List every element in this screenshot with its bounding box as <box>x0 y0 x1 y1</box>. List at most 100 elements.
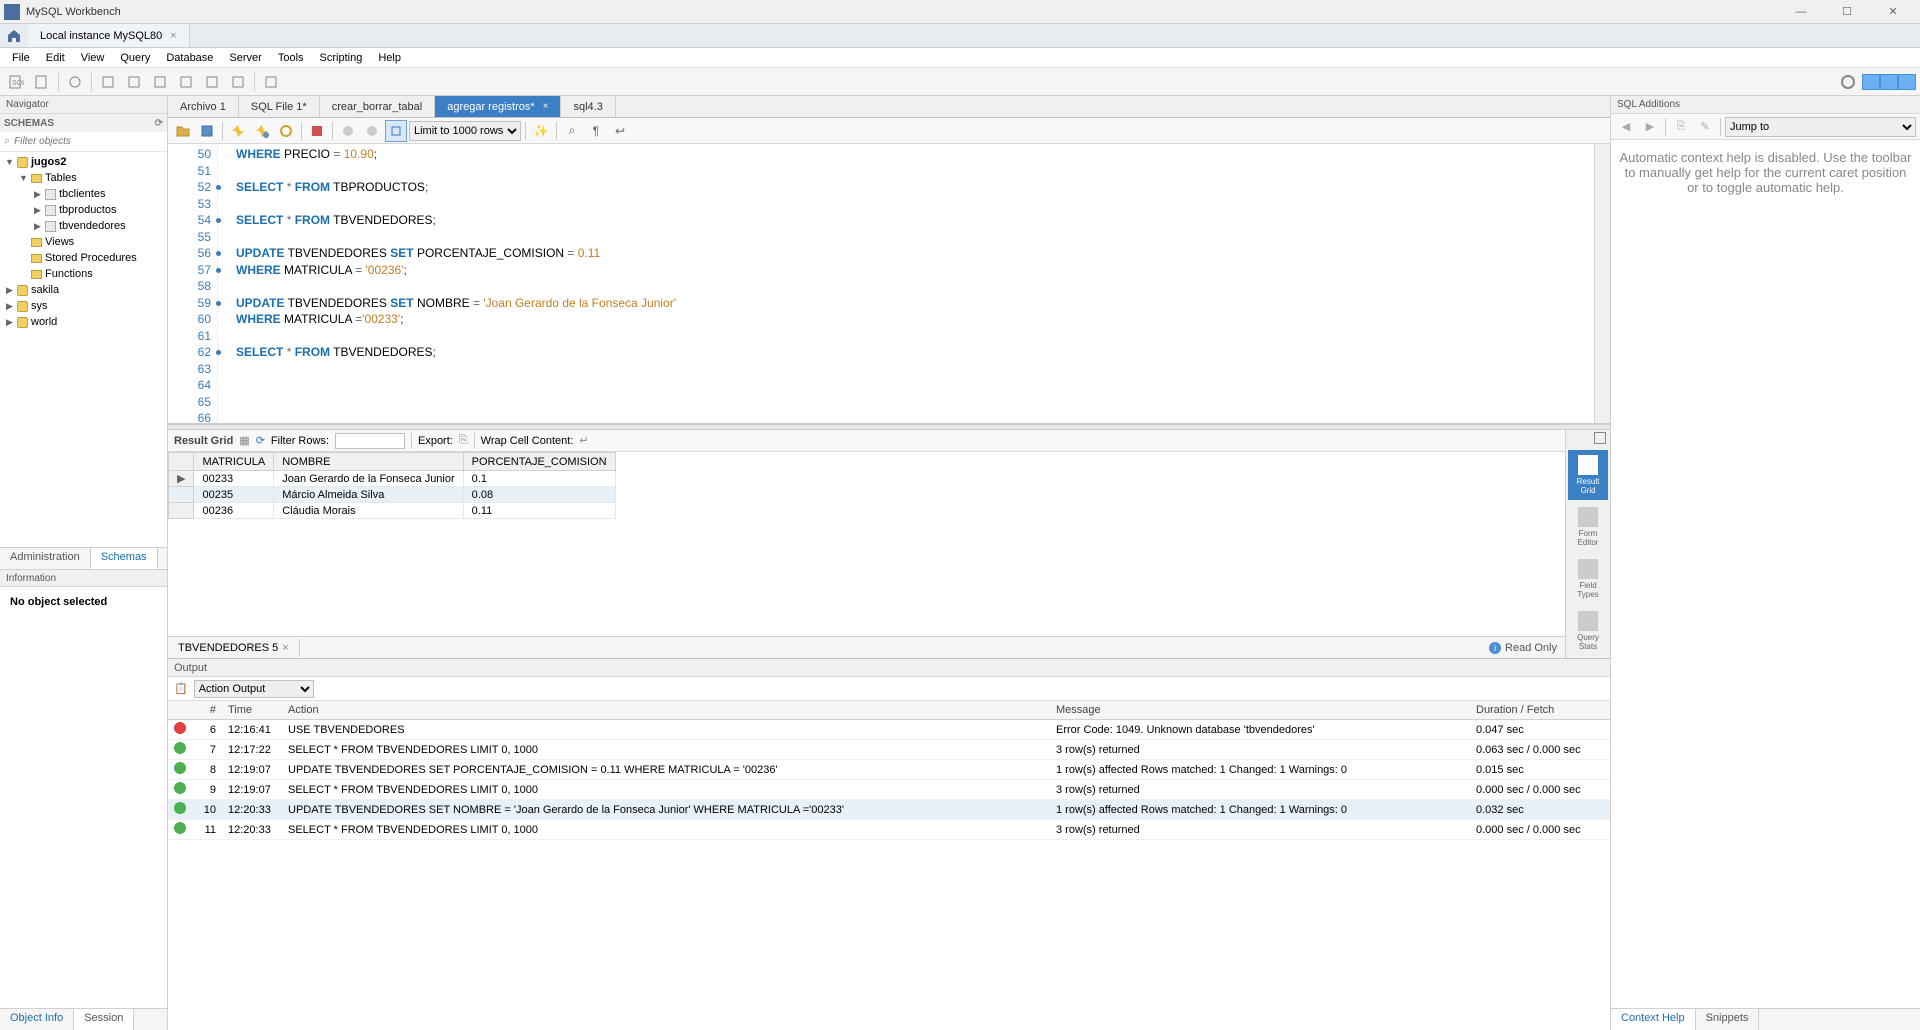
output-type-select[interactable]: Action Output <box>194 680 314 698</box>
editor-tab[interactable]: Archivo 1 <box>168 96 239 117</box>
editor-tab[interactable]: SQL File 1* <box>239 96 320 117</box>
result-tab[interactable]: TBVENDEDORES 5 × <box>168 639 300 657</box>
new-sql-tab-icon[interactable]: SQL <box>4 70 28 94</box>
output-row[interactable]: 8 12:19:07 UPDATE TBVENDEDORES SET PORCE… <box>168 760 1610 780</box>
limit-select[interactable]: Limit to 1000 rows <box>409 121 521 141</box>
toolbar-icon[interactable] <box>63 70 87 94</box>
col-message[interactable]: Message <box>1050 701 1470 720</box>
autocommit-toggle[interactable] <box>385 120 407 142</box>
commit-icon[interactable] <box>337 120 359 142</box>
tree-table[interactable]: ▶tbvendedores <box>0 218 167 234</box>
tab-administration[interactable]: Administration <box>0 548 91 569</box>
column-header[interactable]: MATRICULA <box>194 453 274 471</box>
result-vtab[interactable]: ResultGrid <box>1568 450 1608 500</box>
result-vtab[interactable]: FormEditor <box>1568 502 1608 552</box>
menu-view[interactable]: View <box>73 50 113 66</box>
auto-help-icon[interactable]: ✎ <box>1694 116 1716 138</box>
col-time[interactable]: Time <box>222 701 282 720</box>
close-icon[interactable]: × <box>170 30 176 42</box>
explain-icon[interactable] <box>275 120 297 142</box>
menu-database[interactable]: Database <box>158 50 221 66</box>
menu-query[interactable]: Query <box>112 50 158 66</box>
toolbar-icon[interactable] <box>259 70 283 94</box>
output-row[interactable]: 6 12:16:41 USE TBVENDEDORES Error Code: … <box>168 720 1610 740</box>
grid-icon[interactable]: ▦ <box>239 434 249 447</box>
stop-icon[interactable] <box>306 120 328 142</box>
invisible-chars-icon[interactable]: ¶ <box>585 120 607 142</box>
rollback-icon[interactable] <box>361 120 383 142</box>
help-icon[interactable]: ⎘ <box>1670 116 1692 138</box>
tree-table[interactable]: ▶tbclientes <box>0 186 167 202</box>
editor-tab[interactable]: agregar registros*× <box>435 96 561 117</box>
editor-tab[interactable]: sql4.3 <box>561 96 615 117</box>
export-icon[interactable]: ⎘ <box>459 434 468 447</box>
jump-to-select[interactable]: Jump to <box>1725 117 1916 137</box>
tree-fn[interactable]: Functions <box>0 266 167 282</box>
menu-server[interactable]: Server <box>221 50 269 66</box>
column-header[interactable]: PORCENTAJE_COMISION <box>463 453 615 471</box>
back-icon[interactable]: ◀ <box>1615 116 1637 138</box>
execute-current-icon[interactable] <box>251 120 273 142</box>
open-sql-icon[interactable] <box>30 70 54 94</box>
menu-scripting[interactable]: Scripting <box>312 50 371 66</box>
maximize-button[interactable]: ☐ <box>1824 0 1870 24</box>
table-row[interactable]: ▶00233Joan Gerardo de la Fonseca Junior0… <box>169 471 616 487</box>
table-row[interactable]: 00236Cláudia Morais0.11 <box>169 503 616 519</box>
cell[interactable]: Joan Gerardo de la Fonseca Junior <box>274 471 463 487</box>
tab-context-help[interactable]: Context Help <box>1611 1009 1696 1030</box>
editor-tab[interactable]: crear_borrar_tabal <box>320 96 436 117</box>
refresh-icon[interactable]: ⟳ <box>155 118 163 129</box>
tree-db[interactable]: ▶sys <box>0 298 167 314</box>
code-area[interactable]: WHERE PRECIO = 10.90;SELECT * FROM TBPRO… <box>218 144 1610 423</box>
toolbar-icon[interactable] <box>122 70 146 94</box>
tree-sp[interactable]: Stored Procedures <box>0 250 167 266</box>
output-grid[interactable]: # Time Action Message Duration / Fetch 6… <box>168 701 1610 1030</box>
save-icon[interactable] <box>196 120 218 142</box>
menu-file[interactable]: File <box>4 50 38 66</box>
panel-toggle-left[interactable] <box>1862 74 1880 90</box>
tab-object-info[interactable]: Object Info <box>0 1009 74 1030</box>
tab-snippets[interactable]: Snippets <box>1696 1009 1760 1030</box>
panel-toggle-bottom[interactable] <box>1880 74 1898 90</box>
cell[interactable]: 00235 <box>194 487 274 503</box>
cell[interactable]: 0.11 <box>463 503 615 519</box>
output-row[interactable]: 11 12:20:33 SELECT * FROM TBVENDEDORES L… <box>168 820 1610 840</box>
detach-icon[interactable] <box>1594 432 1606 444</box>
result-grid[interactable]: MATRICULANOMBREPORCENTAJE_COMISION▶00233… <box>168 452 1565 636</box>
cell[interactable]: 00236 <box>194 503 274 519</box>
schema-filter[interactable]: ⌕ <box>0 132 167 152</box>
open-file-icon[interactable] <box>172 120 194 142</box>
output-row[interactable]: 10 12:20:33 UPDATE TBVENDEDORES SET NOMB… <box>168 800 1610 820</box>
schema-tree[interactable]: ▼jugos2 ▼Tables ▶tbclientes ▶tbproductos… <box>0 152 167 547</box>
toolbar-icon[interactable] <box>96 70 120 94</box>
tree-views[interactable]: Views <box>0 234 167 250</box>
tree-db[interactable]: ▶world <box>0 314 167 330</box>
table-row[interactable]: 00235Márcio Almeida Silva0.08 <box>169 487 616 503</box>
beautify-icon[interactable]: ✨ <box>530 120 552 142</box>
col-action[interactable]: Action <box>282 701 1050 720</box>
toolbar-icon[interactable] <box>1836 70 1860 94</box>
tree-db[interactable]: ▼jugos2 <box>0 154 167 170</box>
close-icon[interactable]: × <box>282 642 288 654</box>
cell[interactable]: Cláudia Morais <box>274 503 463 519</box>
panel-toggle-right[interactable] <box>1898 74 1916 90</box>
cell[interactable]: 00233 <box>194 471 274 487</box>
editor-scrollbar[interactable] <box>1594 144 1610 423</box>
home-button[interactable] <box>0 24 28 47</box>
toolbar-icon[interactable] <box>226 70 250 94</box>
toolbar-icon[interactable] <box>148 70 172 94</box>
result-vtab[interactable]: QueryStats <box>1568 606 1608 656</box>
execute-icon[interactable] <box>227 120 249 142</box>
filter-rows-input[interactable] <box>335 433 405 449</box>
output-row[interactable]: 9 12:19:07 SELECT * FROM TBVENDEDORES LI… <box>168 780 1610 800</box>
sql-editor[interactable]: 5051525354555657585960616263646566 WHERE… <box>168 144 1610 424</box>
close-icon[interactable]: × <box>543 101 549 112</box>
cell[interactable]: 0.08 <box>463 487 615 503</box>
cell[interactable]: 0.1 <box>463 471 615 487</box>
wrap-icon[interactable]: ↩ <box>609 120 631 142</box>
tree-tables[interactable]: ▼Tables <box>0 170 167 186</box>
output-row[interactable]: 7 12:17:22 SELECT * FROM TBVENDEDORES LI… <box>168 740 1610 760</box>
connection-tab[interactable]: Local instance MySQL80 × <box>28 24 190 47</box>
forward-icon[interactable]: ▶ <box>1639 116 1661 138</box>
menu-edit[interactable]: Edit <box>38 50 73 66</box>
